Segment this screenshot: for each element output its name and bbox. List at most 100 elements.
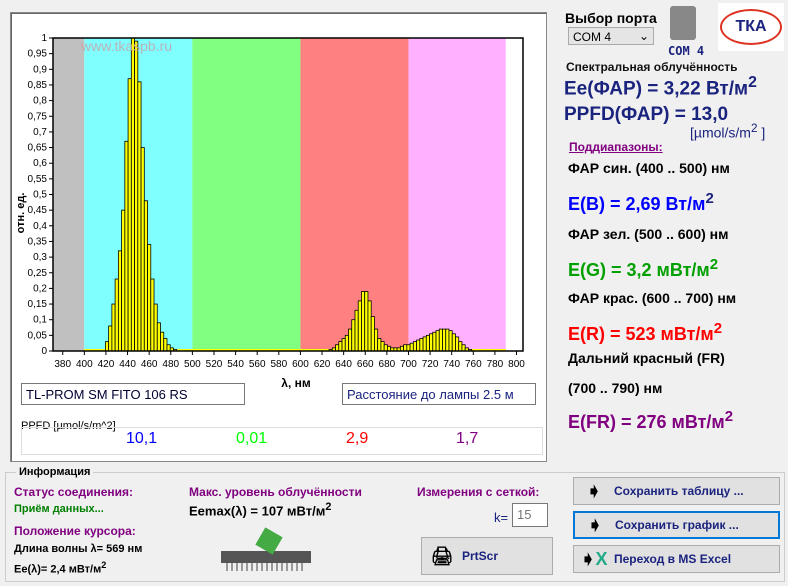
ppfd-farred: 1,7 bbox=[456, 430, 479, 447]
x-tick-label: 500 bbox=[184, 359, 201, 370]
save-table-button[interactable]: ➧ Сохранить таблицу ... bbox=[573, 477, 780, 505]
cursor-label: Положение курсора: bbox=[14, 524, 136, 538]
spectrum-bar bbox=[147, 244, 152, 352]
ppfd-green: 0,01 bbox=[236, 430, 268, 447]
save-graph-icon: ➧ bbox=[587, 514, 603, 535]
spectral-band bbox=[408, 38, 506, 351]
port-select-value: COM 4 bbox=[573, 30, 612, 44]
spectrum-bar bbox=[354, 309, 359, 352]
blue-label: ФАР син. (400 .. 500) нм bbox=[568, 160, 730, 176]
x-tick-label: 600 bbox=[292, 359, 309, 370]
spectrum-bar bbox=[380, 341, 385, 352]
distance-field: Расстояние до лампы 2.5 м bbox=[342, 383, 536, 405]
spectrum-bar bbox=[435, 330, 440, 352]
max-value: Eemax(λ) = 107 мВт/м bbox=[189, 503, 326, 519]
y-tick-label: 0,75 bbox=[28, 111, 48, 122]
x-tick-label: 580 bbox=[270, 359, 287, 370]
x-tick-label: 740 bbox=[443, 359, 460, 370]
spectrum-bar bbox=[124, 140, 129, 352]
k-input[interactable]: 15 bbox=[512, 503, 548, 527]
chip-icon bbox=[221, 527, 311, 573]
sup: 2 bbox=[713, 320, 723, 337]
chart-panel: 380 400 420 440 460 480 500 520 540 560 580 600 620 6… bbox=[10, 12, 547, 462]
x-tick-label: 440 bbox=[119, 359, 136, 370]
sup: 2 bbox=[709, 256, 719, 273]
y-tick-label: 0,1 bbox=[33, 315, 47, 326]
spectrum-bar bbox=[121, 209, 126, 352]
x-tick-label: 640 bbox=[335, 359, 352, 370]
spectrum-bar bbox=[416, 339, 421, 352]
x-tick-label: 760 bbox=[465, 359, 482, 370]
printer-icon: 🖨 bbox=[430, 545, 454, 566]
y-tick-label: 0,4 bbox=[33, 221, 47, 232]
spectrum-bar bbox=[156, 322, 161, 352]
info-group: Информация Статус соединения: Приём данн… bbox=[5, 466, 785, 582]
spectrum-bar bbox=[160, 331, 165, 352]
blue-value: E(B) = 2,69 Вт/м bbox=[568, 194, 706, 214]
sup: 2 bbox=[325, 501, 332, 513]
farred-range: (700 .. 790) нм bbox=[568, 380, 663, 396]
spectrum-bar bbox=[117, 250, 123, 352]
save-graph-button[interactable]: ➧ Сохранить график ... bbox=[573, 511, 780, 539]
chevron-down-icon: ⌄ bbox=[638, 29, 649, 43]
spectrum-bar bbox=[455, 336, 460, 352]
spectrum-bar bbox=[105, 341, 110, 352]
spectrum-bar bbox=[111, 303, 116, 352]
x-tick-label: 560 bbox=[249, 359, 266, 370]
x-tick-label: 720 bbox=[422, 359, 439, 370]
x-tick-label: 380 bbox=[54, 359, 71, 370]
y-tick-label: 0,65 bbox=[28, 143, 48, 154]
y-tick-label: 0,25 bbox=[28, 268, 48, 279]
spectrum-bar bbox=[341, 338, 346, 352]
y-tick-label: 0 bbox=[41, 346, 47, 357]
logo: ТКА bbox=[718, 3, 784, 51]
save-graph-label: Сохранить график ... bbox=[615, 518, 739, 532]
x-tick-label: 620 bbox=[314, 359, 331, 370]
sup: 2 bbox=[724, 408, 734, 425]
spectrum-bar bbox=[383, 344, 388, 352]
save-table-icon: ➧ bbox=[586, 480, 602, 501]
spectral-band bbox=[192, 38, 301, 351]
status-value: Приём данных... bbox=[14, 503, 104, 515]
y-tick-label: 0,3 bbox=[33, 252, 47, 263]
spectrum-bar bbox=[377, 338, 382, 352]
spectrum-bar bbox=[114, 278, 119, 352]
ppfd-unit: [µmol/s/m bbox=[690, 124, 751, 141]
spectrum-bar bbox=[335, 344, 340, 352]
spectrum-bar bbox=[367, 300, 372, 352]
spectrum-bar bbox=[344, 334, 349, 352]
spectrum-bar bbox=[419, 338, 424, 352]
excel-button[interactable]: ➧X Переход в MS Excel bbox=[573, 545, 780, 573]
y-tick-label: 0,6 bbox=[33, 158, 47, 169]
spectral-band bbox=[53, 38, 85, 351]
excel-icon: ➧X bbox=[580, 548, 608, 569]
spectrum-bar bbox=[130, 37, 135, 352]
port-select[interactable]: COM 4 ⌄ bbox=[568, 27, 654, 45]
farred-value: E(FR) = 276 мВт/м bbox=[568, 412, 725, 432]
y-tick-label: 0,9 bbox=[33, 64, 47, 75]
spectrum-bar bbox=[429, 333, 434, 352]
spectrum-bar bbox=[451, 333, 456, 352]
spectrum-bar bbox=[351, 319, 356, 352]
farred-label: Дальний красный (FR) bbox=[568, 350, 725, 366]
k-label: k= bbox=[494, 510, 509, 525]
x-tick-label: 480 bbox=[162, 359, 179, 370]
x-axis-label: λ, нм bbox=[281, 376, 311, 390]
port-status: COM 4 bbox=[668, 44, 705, 58]
x-tick-label: 460 bbox=[141, 359, 158, 370]
x-tick-label: 400 bbox=[76, 359, 93, 370]
y-tick-label: 0,5 bbox=[33, 190, 47, 201]
x-tick-label: 520 bbox=[206, 359, 223, 370]
spectrum-bar bbox=[140, 147, 145, 352]
watermark: www.tkaspb.ru bbox=[80, 38, 172, 54]
spectrum-bar bbox=[338, 341, 343, 352]
prtscr-button[interactable]: 🖨 PrtScr bbox=[421, 537, 553, 575]
ppfd-values: 10,1 0,01 2,9 1,7 bbox=[21, 427, 543, 455]
subranges-title: Поддиапазоны: bbox=[569, 140, 663, 154]
y-tick-label: 0,85 bbox=[28, 80, 48, 91]
spectrum-bar bbox=[166, 344, 171, 352]
sup: 2 bbox=[705, 190, 714, 207]
spectrum-bar bbox=[163, 338, 168, 352]
y-tick-label: 0,05 bbox=[28, 330, 48, 341]
irradiance-title: Спектральная облучённость bbox=[566, 60, 738, 74]
